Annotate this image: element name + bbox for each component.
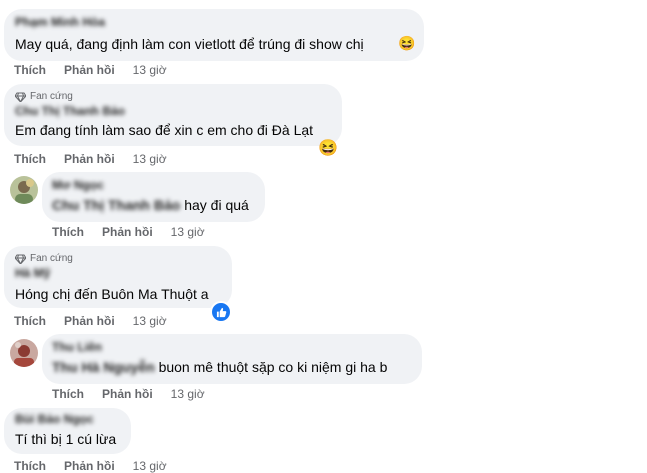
like-button[interactable]: Thích [52, 387, 84, 401]
comment-timestamp[interactable]: 13 giờ [133, 63, 167, 77]
comment-text: Thu Hà Nguyễn buon mê thuột sặp co ki ni… [52, 359, 387, 375]
user-photo-icon [10, 339, 38, 367]
comment-author[interactable]: Hà Mỹ [15, 266, 50, 280]
reply-button[interactable]: Phản hồi [64, 314, 115, 328]
comment-bubble: Fan cứng Chu Thị Thanh Bảo Em đang tính … [4, 84, 342, 146]
reply-button[interactable]: Phản hồi [102, 225, 153, 239]
comment-actions: Thích Phản hồi 13 giờ [52, 387, 205, 401]
fan-badge: Fan cứng [15, 253, 73, 264]
comment-actions: Thích Phản hồi 13 giờ [52, 225, 205, 239]
user-avatar[interactable] [10, 339, 38, 367]
comment-timestamp[interactable]: 13 giờ [133, 152, 167, 166]
laughing-emoji-icon: 😆 [398, 35, 416, 51]
reply-button[interactable]: Phản hồi [64, 459, 115, 473]
laughing-emoji-icon: 😆 [318, 140, 338, 157]
badge-label: Fan cứng [30, 253, 73, 264]
comment-timestamp[interactable]: 13 giờ [133, 459, 167, 473]
comment-timestamp[interactable]: 13 giờ [171, 225, 205, 239]
user-avatar[interactable] [10, 176, 38, 204]
comment-author[interactable]: Bùi Bảo Ngọc [15, 412, 94, 426]
user-photo-icon [10, 176, 38, 204]
mention-tag[interactable]: Chu Thị Thanh Bảo [52, 197, 180, 213]
comment-actions: Thích Phản hồi 13 giờ [14, 314, 167, 328]
comment-actions: Thích Phản hồi 13 giờ [14, 459, 167, 473]
comment-text: Hóng chị đến Buôn Ma Thuột a [15, 286, 209, 302]
comment-bubble: Bùi Bảo Ngọc Tí thì bị 1 cú lừa [4, 408, 131, 454]
like-button[interactable]: Thích [14, 152, 46, 166]
like-button[interactable]: Thích [14, 459, 46, 473]
reply-button[interactable]: Phản hồi [64, 152, 115, 166]
comment-text: Em đang tính làm sao để xin c em cho đi … [15, 122, 314, 138]
comment-timestamp[interactable]: 13 giờ [133, 314, 167, 328]
comment-text: Chu Thị Thanh Bảo hay đi quá [52, 197, 249, 213]
comment-author[interactable]: Chu Thị Thanh Bảo [15, 104, 125, 118]
comment-text: May quá, đang định làm con vietlott để t… [15, 36, 364, 52]
like-button[interactable]: Thích [52, 225, 84, 239]
comment-body: hay đi quá [184, 197, 249, 213]
badge-label: Fan cứng [30, 91, 73, 102]
mention-tag[interactable]: Thu Hà Nguyễn [52, 359, 155, 375]
like-button[interactable]: Thích [14, 63, 46, 77]
like-reaction-icon[interactable] [210, 301, 232, 323]
comment-author[interactable]: Phạm Minh Hòa [15, 15, 105, 29]
comment-actions: Thích Phản hồi 13 giờ [14, 63, 167, 77]
diamond-icon [15, 92, 26, 102]
comment-author[interactable]: Thu Liên [52, 340, 102, 354]
comment-actions: Thích Phản hồi 13 giờ [14, 152, 167, 166]
comment-author[interactable]: Mơ Ngọc [52, 178, 104, 192]
comment-bubble: Phạm Minh Hòa May quá, đang định làm con… [4, 9, 424, 61]
comment-bubble: Fan cứng Hà Mỹ Hóng chị đến Buôn Ma Thuộ… [4, 246, 232, 308]
comment-bubble: Thu Liên Thu Hà Nguyễn buon mê thuột sặp… [42, 334, 422, 384]
comment-bubble: Mơ Ngọc Chu Thị Thanh Bảo hay đi quá [42, 172, 265, 222]
diamond-icon [15, 254, 26, 264]
comment-timestamp[interactable]: 13 giờ [171, 387, 205, 401]
reply-button[interactable]: Phản hồi [102, 387, 153, 401]
like-button[interactable]: Thích [14, 314, 46, 328]
reply-button[interactable]: Phản hồi [64, 63, 115, 77]
thumbs-up-icon [216, 307, 226, 317]
comment-text: Tí thì bị 1 cú lừa [15, 431, 117, 447]
fan-badge: Fan cứng [15, 91, 73, 102]
comment-body: buon mê thuột sặp co ki niệm gi ha b [158, 359, 388, 375]
